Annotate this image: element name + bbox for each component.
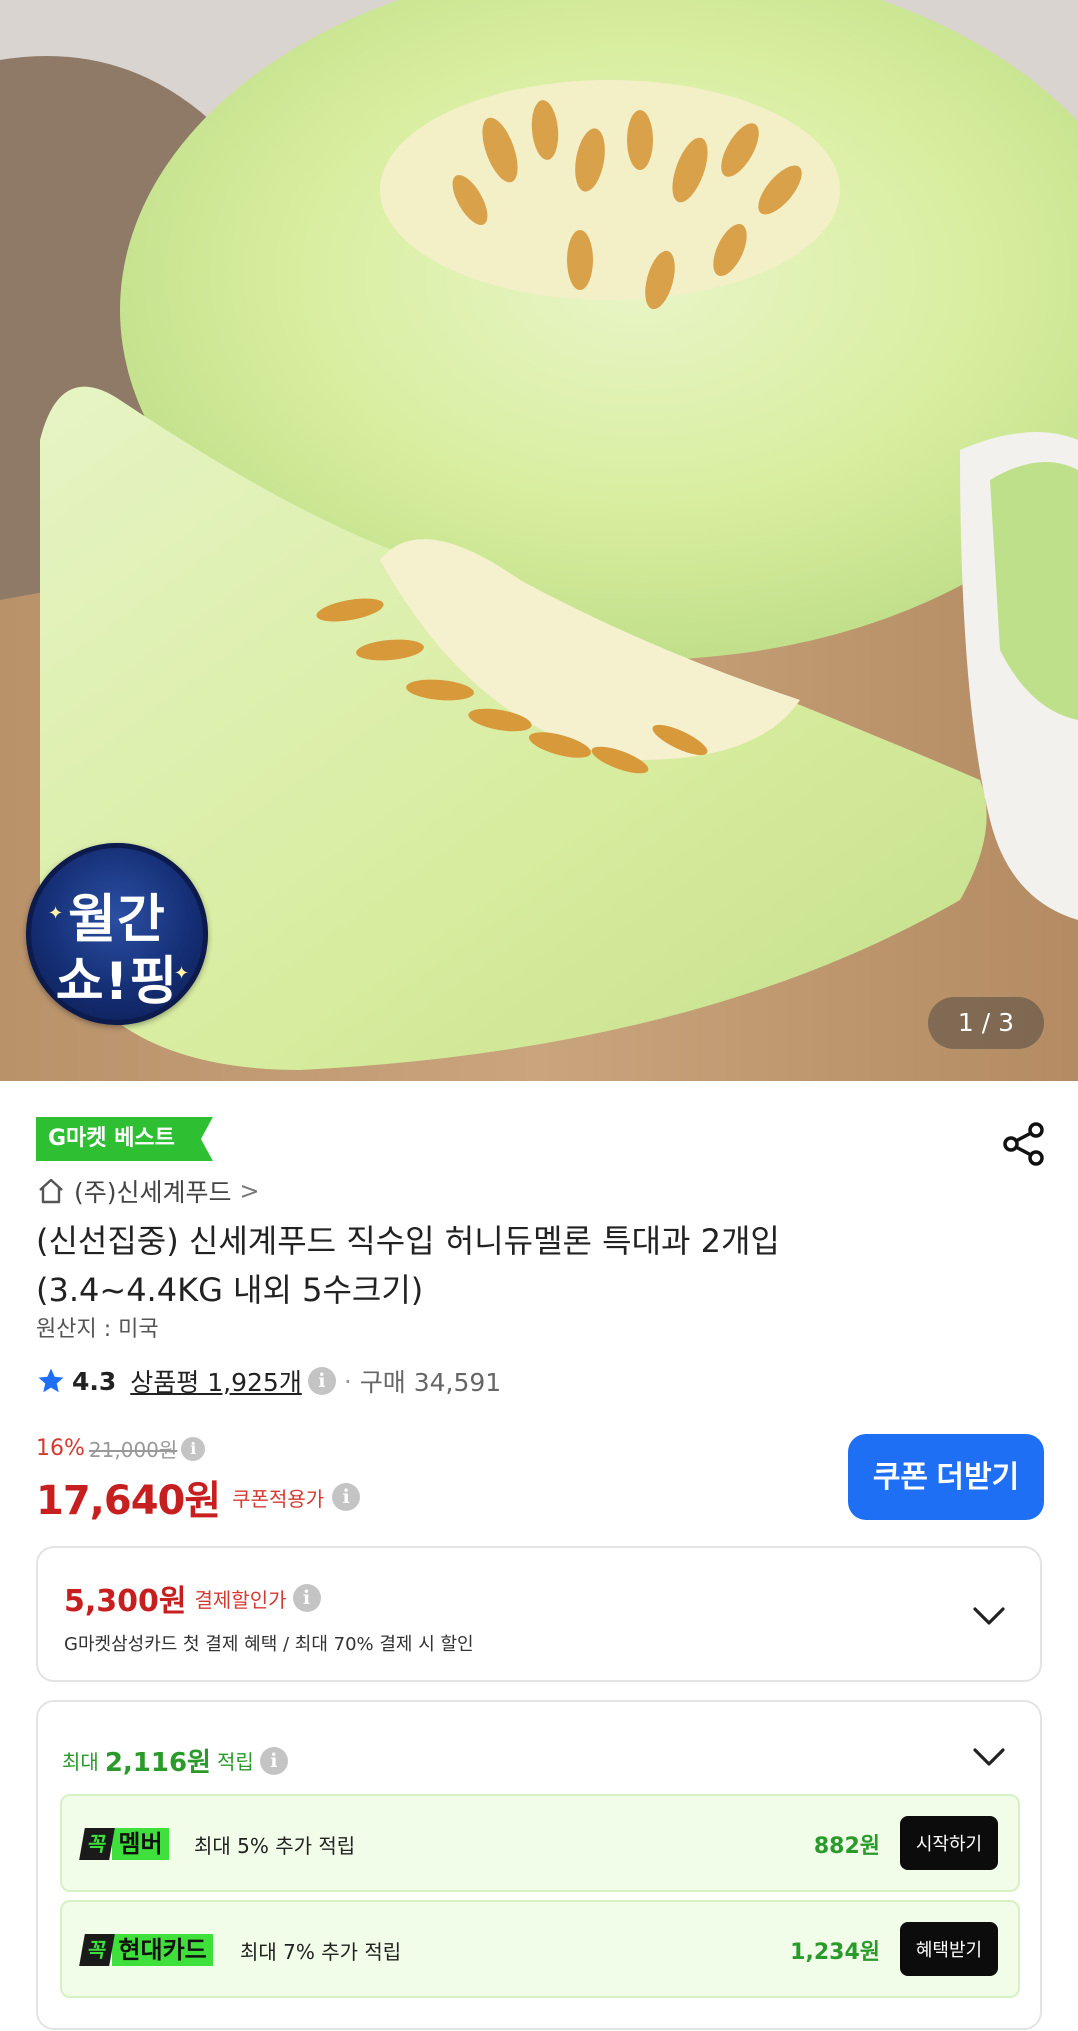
original-price: 21,000원 [88,1438,178,1462]
rating-score: 4.3 [72,1366,117,1396]
logo-name: 멤버 [112,1828,169,1860]
reviews-link[interactable]: 상품평 1,925개 [130,1363,302,1399]
rewards-suffix: 적립 [216,1750,254,1774]
chevron-down-icon[interactable] [972,1605,1006,1627]
reward-item-member: 꼭 멤버 최대 5% 추가 적립 882원 시작하기 [60,1794,1020,1892]
home-icon [39,1178,63,1204]
reward-item-points: 882원 [813,1834,880,1859]
logo-mark: 꼭 [79,1934,116,1966]
chevron-right-icon: > [239,1177,260,1205]
rewards-header: 최대 2,116원 적립 i [62,1742,288,1779]
gmarket-best-tag: G마켓 베스트 [36,1117,213,1161]
badge-line-2: 쇼!핑 [55,952,179,1012]
share-icon [1003,1122,1044,1166]
reward-item-text: 최대 5% 추가 적립 [194,1834,356,1858]
product-title-line-2: (3.4~4.4KG 내외 5수크기) [36,1271,424,1309]
share-button[interactable] [1002,1121,1046,1167]
monthly-shopping-badge: ✦ ✦ 월간 쇼!핑 [26,843,208,1025]
chevron-down-icon[interactable] [972,1746,1006,1768]
info-icon[interactable]: i [292,1584,321,1612]
shop-name: (주)신세계푸드 [74,1178,232,1207]
get-benefit-button[interactable]: 혜택받기 [900,1922,998,1976]
info-icon[interactable]: i [181,1436,206,1461]
rewards-amount: 2,116원 [104,1748,211,1778]
rewards-card[interactable]: 최대 2,116원 적립 i 꼭 멤버 최대 5% 추가 적립 882원 시작하… [36,1700,1042,2030]
star-icon [38,1368,64,1393]
logo-name: 현대카드 [112,1934,213,1966]
info-icon[interactable]: i [259,1746,288,1775]
payment-discount-card[interactable]: 5,300원 결제할인가 i G마켓삼성카드 첫 결제 혜택 / 최대 70% … [36,1546,1042,1682]
rating-row: 4.3 상품평 1,925개 i · 구매 34,591 [36,1361,501,1401]
product-image-carousel[interactable]: ✦ ✦ 월간 쇼!핑 1 / 3 [0,0,1078,1081]
image-page-indicator: 1 / 3 [928,997,1044,1049]
hyundai-card-logo: 꼭 현대카드 [79,1934,213,1966]
origin-text: 원산지 : 미국 [36,1317,159,1342]
payment-discount-label: 결제할인가 [194,1587,287,1612]
reward-item-hyundai-card: 꼭 현대카드 최대 7% 추가 적립 1,234원 혜택받기 [60,1900,1020,1998]
final-price: 17,640원 [36,1478,221,1524]
separator-dot: · [343,1366,352,1396]
reward-item-text: 최대 7% 추가 적립 [240,1940,402,1964]
info-icon[interactable]: i [307,1367,336,1395]
member-logo: 꼭 멤버 [79,1828,169,1860]
start-button[interactable]: 시작하기 [900,1816,998,1870]
price-row: 17,640원 쿠폰적용가 i [36,1468,361,1526]
payment-discount-description: G마켓삼성카드 첫 결제 혜택 / 최대 70% 결제 시 할인 [64,1634,474,1655]
get-more-coupons-button[interactable]: 쿠폰 더받기 [848,1434,1044,1520]
rewards-prefix: 최대 [62,1750,99,1774]
coupon-price-label: 쿠폰적용가 [232,1486,325,1511]
info-icon[interactable]: i [332,1483,361,1511]
reward-item-points: 1,234원 [790,1940,880,1965]
logo-mark: 꼭 [79,1828,116,1860]
shop-link[interactable]: (주)신세계푸드 > [36,1173,260,1209]
discount-percent: 16% [36,1436,85,1461]
payment-discount-header: 5,300원 결제할인가 i [64,1576,321,1620]
discount-row: 16% 21,000원 i [36,1434,206,1463]
payment-discount-amount: 5,300원 [64,1584,187,1619]
product-title: (신선집중) 신세계푸드 직수입 허니듀멜론 특대과 2개입 (3.4~4.4K… [36,1217,1016,1315]
purchase-count: 구매 34,591 [359,1368,502,1397]
product-title-line-1: (신선집중) 신세계푸드 직수입 허니듀멜론 특대과 2개입 [36,1222,780,1260]
